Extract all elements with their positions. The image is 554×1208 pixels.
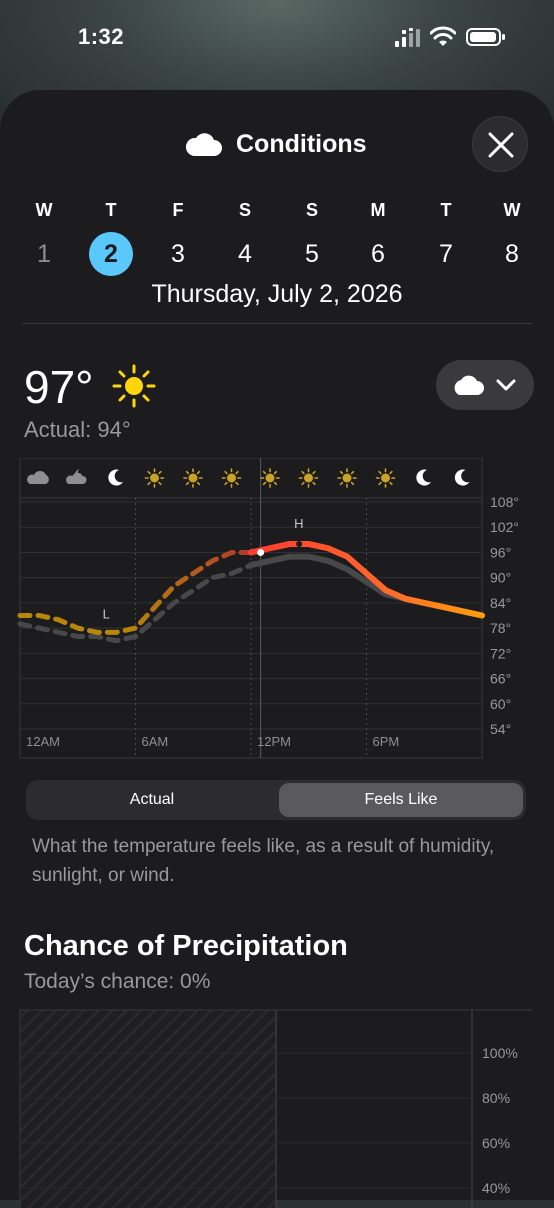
layer-picker-button[interactable] — [436, 360, 534, 410]
day-button[interactable]: 7 — [424, 232, 468, 276]
y-tick-label: 84° — [490, 595, 511, 611]
x-tick-label: 6PM — [373, 734, 400, 749]
current-temperature: 97° — [24, 361, 94, 413]
day-of-week-label: S — [238, 200, 251, 220]
cloud-icon — [185, 133, 222, 156]
cellular-signal-icon — [395, 28, 420, 47]
y-tick-label: 100% — [482, 1045, 518, 1061]
day-button[interactable]: 8 — [490, 232, 534, 276]
sun-icon — [221, 468, 242, 488]
y-tick-label: 96° — [490, 544, 511, 560]
divider — [22, 323, 532, 324]
day-of-week-label: S — [305, 200, 318, 220]
sun-icon — [375, 468, 396, 488]
y-tick-label: 102° — [490, 519, 519, 535]
high-marker-label: H — [294, 516, 303, 531]
wifi-icon — [430, 26, 456, 46]
selected-date-label: Thursday, July 2, 2026 — [151, 280, 403, 308]
sun-icon — [298, 468, 319, 488]
precipitation-subtitle: Today’s chance: 0% — [24, 970, 211, 993]
low-marker-label: L — [103, 606, 110, 621]
status-time: 1:32 — [78, 24, 125, 49]
precipitation-title: Chance of Precipitation — [24, 930, 348, 962]
feels-like-description: What the temperature feels like, as a re… — [32, 836, 495, 886]
close-icon — [488, 132, 514, 158]
cloud-icon — [454, 375, 484, 395]
actual-temperature: Actual: 94° — [24, 417, 131, 442]
now-point — [257, 548, 265, 556]
day-button[interactable]: 3 — [156, 232, 200, 276]
day-button[interactable]: 2 — [89, 232, 133, 276]
day-of-week-label: F — [172, 200, 184, 220]
y-tick-label: 40% — [482, 1180, 510, 1196]
sun-icon — [260, 468, 280, 488]
status-bar: 1:32 — [0, 0, 554, 80]
day-of-week-label: T — [105, 200, 117, 220]
sun-icon — [144, 468, 165, 488]
precipitation-chart: 100% 80% 60% 40% — [19, 1009, 532, 1208]
sheet-title: Conditions — [236, 130, 367, 158]
sun-icon — [183, 468, 203, 488]
y-tick-label: 72° — [490, 645, 511, 661]
battery-icon — [466, 28, 505, 46]
sun-icon — [112, 364, 156, 408]
sun-icon — [337, 468, 357, 488]
day-of-week-label: W — [35, 200, 53, 220]
day-button[interactable]: 4 — [223, 232, 267, 276]
y-tick-label: 90° — [490, 570, 511, 586]
day-of-week-label: W — [503, 200, 521, 220]
y-tick-label: 78° — [490, 620, 511, 636]
y-tick-label: 54° — [490, 721, 511, 737]
day-button[interactable]: 5 — [290, 232, 334, 276]
sheet-header: Conditions — [0, 130, 554, 170]
temperature-chart: 108° 102° 96° 90° 84° 78° 72° 66° 60° 54° 12AM 6AM 1… — [17, 458, 519, 759]
toggle-actual[interactable]: Actual — [29, 783, 275, 817]
day-button[interactable]: 1 — [22, 232, 66, 276]
conditions-sheet: Conditions W 1 T 2 F 3 S 4 S 5 M 6 T 7 W 8 Thursday, Ju… — [0, 90, 554, 1208]
actual-feels-like-toggle: Actual Feels Like — [26, 780, 526, 820]
y-tick-label: 60% — [482, 1135, 510, 1151]
chevron-down-icon — [496, 379, 516, 391]
y-tick-label: 80% — [482, 1090, 510, 1106]
x-tick-label: 12AM — [26, 734, 60, 749]
past-hours-area — [20, 1010, 276, 1208]
day-button[interactable]: 6 — [356, 232, 400, 276]
close-button[interactable] — [472, 116, 528, 172]
y-tick-label: 60° — [490, 696, 511, 712]
x-tick-label: 6AM — [142, 734, 169, 749]
y-tick-label: 66° — [490, 671, 511, 687]
high-marker-point — [296, 541, 303, 548]
y-tick-label: 108° — [490, 494, 519, 510]
day-of-week-label: M — [370, 200, 386, 220]
x-tick-label: 12PM — [257, 734, 291, 749]
day-of-week-label: T — [440, 200, 452, 220]
toggle-feels-like[interactable]: Feels Like — [279, 783, 523, 817]
